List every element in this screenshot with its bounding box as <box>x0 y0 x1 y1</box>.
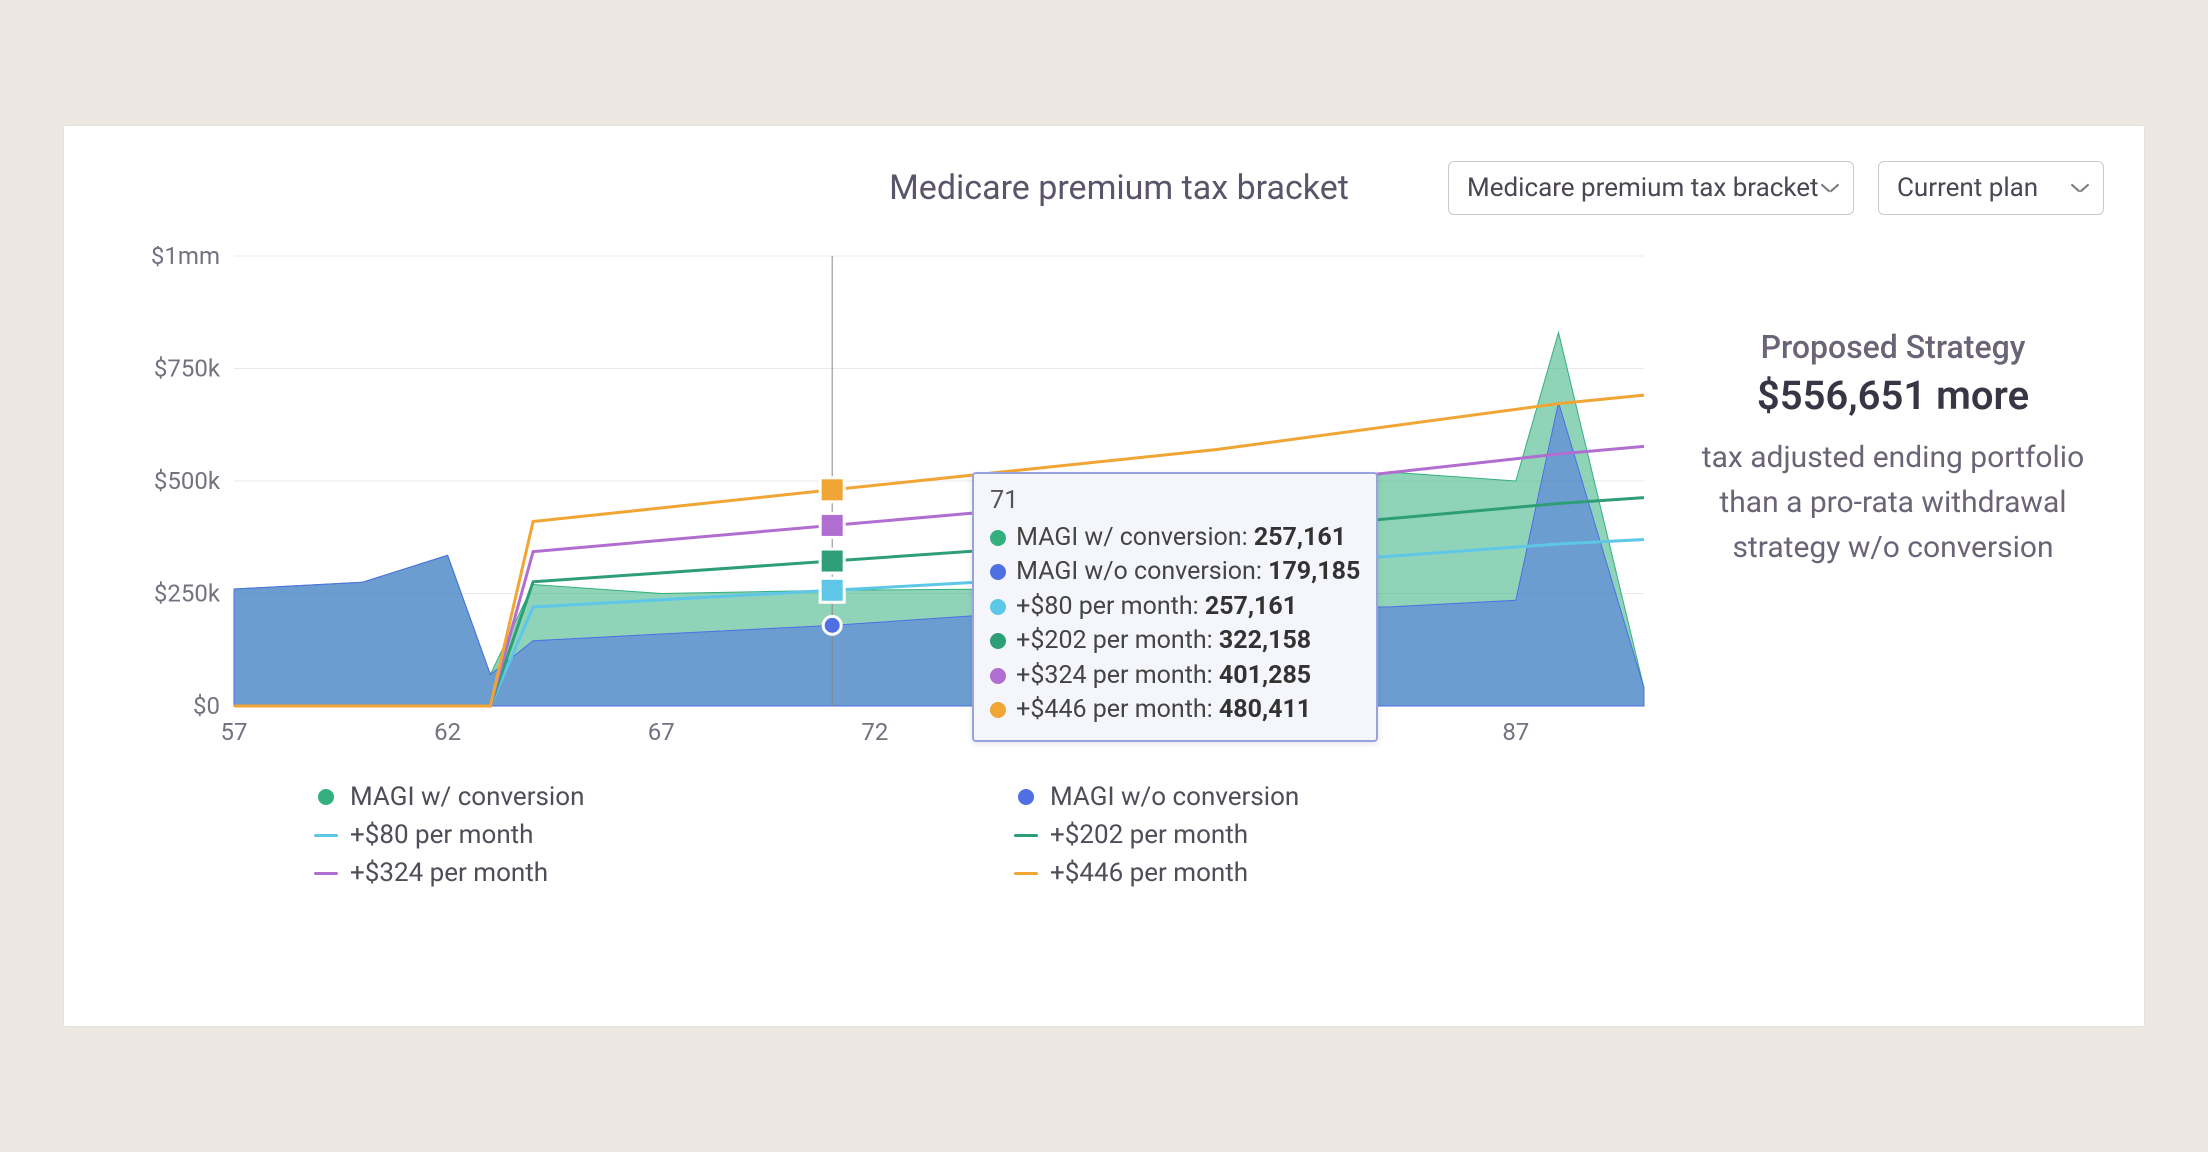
tooltip-row: +$446 per month: 480,411 <box>990 693 1360 728</box>
chevron-down-icon <box>2071 179 2089 197</box>
tooltip-value: 480,411 <box>1219 695 1311 724</box>
tooltip-dot-icon <box>990 599 1006 615</box>
legend-item[interactable]: +$202 per month <box>1014 820 1654 850</box>
tooltip-age: 71 <box>990 484 1360 519</box>
select-metric-label: Medicare premium tax bracket <box>1467 173 1819 203</box>
select-plan[interactable]: Current plan <box>1878 161 2104 215</box>
summary-heading: Proposed Strategy <box>1682 328 2104 366</box>
tooltip-dot-icon <box>990 702 1006 718</box>
legend-label: +$80 per month <box>350 820 534 850</box>
svg-text:$250k: $250k <box>154 580 221 608</box>
tooltip-row: +$202 per month: 322,158 <box>990 624 1360 659</box>
tooltip-dot-icon <box>990 633 1006 649</box>
tooltip-dot-icon <box>990 530 1006 546</box>
tooltip-dot-icon <box>990 668 1006 684</box>
svg-text:67: 67 <box>648 718 675 746</box>
tooltip-label: MAGI w/o conversion: 179,185 <box>1016 555 1360 590</box>
legend-label: +$202 per month <box>1050 820 1248 850</box>
legend-label: +$446 per month <box>1050 858 1248 888</box>
svg-text:57: 57 <box>221 718 248 746</box>
svg-text:$1mm: $1mm <box>151 246 220 270</box>
legend-item[interactable]: +$80 per month <box>314 820 954 850</box>
select-metric[interactable]: Medicare premium tax bracket <box>1448 161 1854 215</box>
legend-item[interactable]: MAGI w/o conversion <box>1014 782 1654 812</box>
tooltip-value: 401,285 <box>1219 661 1311 690</box>
chart-card: Medicare premium tax bracket Medicare pr… <box>64 126 2144 1026</box>
legend-item[interactable]: MAGI w/ conversion <box>314 782 954 812</box>
legend-label: MAGI w/ conversion <box>350 782 584 812</box>
summary-amount: $556,651 more <box>1682 372 2104 419</box>
legend-item[interactable]: +$324 per month <box>314 858 954 888</box>
svg-text:$500k: $500k <box>154 467 221 495</box>
tooltip-value: 257,161 <box>1205 592 1297 621</box>
tooltip-label: +$202 per month: 322,158 <box>1016 624 1311 659</box>
select-plan-label: Current plan <box>1897 173 2038 203</box>
tooltip-row: +$324 per month: 401,285 <box>990 659 1360 694</box>
summary-caption: tax adjusted ending portfolio than a pro… <box>1682 435 2104 570</box>
tooltip-label: +$446 per month: 480,411 <box>1016 693 1311 728</box>
tooltip-dot-icon <box>990 564 1006 580</box>
legend-line-icon <box>1014 826 1038 844</box>
tooltip-value: 179,185 <box>1268 557 1360 586</box>
chart-legend: MAGI w/ conversion MAGI w/o conversion +$8… <box>134 766 1654 888</box>
legend-line-icon <box>314 826 338 844</box>
legend-dot-icon <box>1014 788 1038 806</box>
tooltip-row: MAGI w/ conversion: 257,161 <box>990 521 1360 556</box>
tooltip-label: MAGI w/ conversion: 257,161 <box>1016 521 1346 556</box>
tooltip-label: +$324 per month: 401,285 <box>1016 659 1311 694</box>
svg-text:62: 62 <box>434 718 461 746</box>
svg-text:$0: $0 <box>193 692 220 720</box>
svg-text:72: 72 <box>861 718 888 746</box>
chart-tooltip: 71MAGI w/ conversion: 257,161MAGI w/o co… <box>972 472 1378 742</box>
legend-label: +$324 per month <box>350 858 548 888</box>
legend-item[interactable]: +$446 per month <box>1014 858 1654 888</box>
legend-line-icon <box>1014 864 1038 882</box>
tooltip-row: MAGI w/o conversion: 179,185 <box>990 555 1360 590</box>
svg-text:87: 87 <box>1502 718 1529 746</box>
svg-text:$750k: $750k <box>154 355 221 383</box>
strategy-summary: Proposed Strategy $556,651 more tax adju… <box>1654 246 2104 992</box>
legend-label: MAGI w/o conversion <box>1050 782 1299 812</box>
tooltip-value: 322,158 <box>1219 626 1311 655</box>
chevron-down-icon <box>1821 179 1839 197</box>
tooltip-label: +$80 per month: 257,161 <box>1016 590 1297 625</box>
chart-plot[interactable]: $0$250k$500k$750k$1mm57626772778287 71MA… <box>134 246 1654 766</box>
tooltip-row: +$80 per month: 257,161 <box>990 590 1360 625</box>
tooltip-value: 257,161 <box>1254 523 1346 552</box>
legend-line-icon <box>314 864 338 882</box>
legend-dot-icon <box>314 788 338 806</box>
